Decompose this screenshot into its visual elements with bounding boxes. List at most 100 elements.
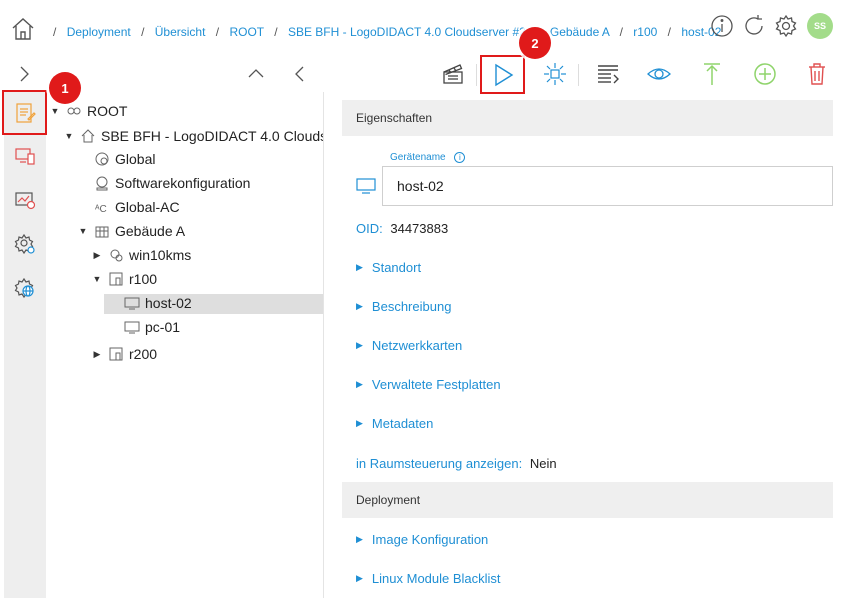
breadcrumb-root[interactable]: ROOT (229, 25, 263, 39)
tree-node-host-02[interactable]: host-02 (124, 292, 192, 314)
monitor-icon (356, 178, 376, 194)
caret-down-icon[interactable]: ▼ (92, 274, 102, 284)
tree-node-label: host-02 (145, 295, 192, 311)
sidebar-item-deployment[interactable] (2, 90, 47, 135)
oid-label: OID: (356, 221, 383, 236)
top-bar: / Deployment / Übersicht / ROOT / SBE BF… (0, 0, 841, 56)
expand-sidebar-icon[interactable] (16, 64, 32, 84)
home-icon[interactable] (10, 16, 36, 42)
caret-down-icon[interactable]: ▼ (50, 106, 60, 116)
start-button[interactable] (480, 55, 525, 94)
network-button[interactable] (540, 60, 570, 88)
toolbar-divider (476, 64, 477, 86)
tree-node-software[interactable]: Softwarekonfiguration (94, 172, 250, 194)
breadcrumb-deployment[interactable]: Deployment (67, 25, 131, 39)
home-icon (81, 129, 95, 143)
device-name-label: Gerätename i (390, 152, 466, 163)
add-button[interactable] (750, 60, 780, 88)
oid-row: OID: 34473883 (356, 221, 448, 236)
play-icon (494, 63, 513, 86)
document-edit-icon (15, 102, 36, 123)
monitor-icon (124, 297, 140, 310)
monitor-chart-icon (15, 192, 36, 210)
list-icon (598, 65, 619, 84)
device-name-field (382, 166, 833, 206)
expander-module-blacklist[interactable]: ▶ Linux Module Blacklist (356, 571, 501, 586)
gear-icon[interactable] (773, 13, 799, 39)
ac-icon: ᴬC (94, 204, 107, 215)
breadcrumb-overview[interactable]: Übersicht (155, 25, 206, 39)
tree-node-label: r100 (129, 271, 158, 287)
expander-location[interactable]: ▶ Standort (356, 260, 421, 275)
oid-value: 34473883 (390, 221, 449, 236)
delete-button[interactable] (802, 60, 832, 88)
refresh-icon[interactable] (741, 13, 767, 39)
settings-gear-icon (14, 233, 35, 255)
view-button[interactable] (644, 60, 674, 88)
tree-node-label: win10kms (129, 247, 192, 263)
arrow-up-icon (704, 63, 720, 85)
info-icon[interactable] (709, 13, 735, 39)
caret-down-icon[interactable]: ▼ (64, 131, 74, 141)
tree-node-r100[interactable]: ▼ r100 (92, 268, 158, 290)
tree-node-label: pc-01 (145, 319, 181, 335)
expander-description[interactable]: ▶ Beschreibung (356, 299, 451, 314)
details-panel: Eigenschaften Gerätename i OID: 34473883… (342, 92, 833, 598)
room-control-row: in Raumsteuerung anzeigen: Nein (356, 456, 557, 471)
devices-icon (15, 148, 35, 165)
caret-right-icon: ▶ (356, 573, 363, 583)
caret-right-icon: ▶ (356, 418, 363, 428)
annotation-badge-1: 1 (49, 72, 81, 104)
room-control-value: Nein (529, 456, 557, 471)
clapperboard-button[interactable] (438, 60, 468, 88)
clapperboard-icon (443, 64, 463, 84)
info-icon[interactable]: i (454, 152, 466, 163)
expander-metadata[interactable]: ▶ Metadaten (356, 416, 433, 431)
svg-text:ᴬC: ᴬC (94, 204, 107, 215)
tree-node-global-ac[interactable]: ᴬC Global-AC (94, 196, 180, 218)
annotation-badge-2: 2 (519, 27, 551, 59)
sidebar-item-network-settings[interactable] (4, 268, 46, 308)
caret-down-icon[interactable]: ▼ (78, 226, 88, 236)
root-icon (67, 107, 81, 115)
chevron-left-icon[interactable] (292, 64, 308, 84)
sidebar-item-monitoring[interactable] (4, 180, 46, 220)
section-header-deployment: Deployment (342, 482, 833, 518)
toolbar (0, 55, 841, 94)
breadcrumb-server[interactable]: SBE BFH - LogoDIDACT 4.0 Cloudserver #2 (288, 25, 526, 39)
gear-group-icon (110, 249, 123, 262)
room-control-label: in Raumsteuerung anzeigen: (356, 456, 523, 471)
software-icon (96, 176, 108, 191)
tree-node-global[interactable]: Global (94, 148, 155, 170)
sidebar-item-settings[interactable] (4, 224, 46, 264)
module-sidebar (2, 90, 47, 598)
caret-right-icon[interactable]: ▶ (92, 250, 102, 261)
expander-network-cards[interactable]: ▶ Netzwerkkarten (356, 338, 462, 353)
tree-node-server[interactable]: ▼ SBE BFH - LogoDIDACT 4.0 Cloudserver #… (64, 125, 323, 147)
caret-right-icon[interactable]: ▶ (92, 349, 102, 360)
eye-icon (647, 68, 671, 80)
sidebar-item-devices[interactable] (4, 136, 46, 176)
tree-node-win10kms[interactable]: ▶ win10kms (92, 244, 192, 266)
user-avatar[interactable]: SS (807, 13, 833, 39)
device-name-input[interactable] (383, 167, 832, 205)
tree-node-building[interactable]: ▼ Gebäude A (78, 220, 186, 242)
expander-managed-disks[interactable]: ▶ Verwaltete Festplatten (356, 377, 501, 392)
caret-right-icon: ▶ (356, 534, 363, 544)
expander-image-config[interactable]: ▶ Image Konfiguration (356, 532, 488, 547)
globe-settings-icon (95, 152, 109, 166)
move-up-button[interactable] (697, 60, 727, 88)
tree-node-label: Softwarekonfiguration (115, 175, 251, 191)
tree-node-r200[interactable]: ▶ r200 (92, 343, 158, 365)
tree-node-label: Global-AC (115, 199, 180, 215)
breadcrumb-building[interactable]: Gebäude A (550, 25, 609, 39)
room-icon (109, 347, 123, 361)
device-tree: ▼ ROOT ▼ SBE BFH - LogoDIDACT 4.0 Clouds… (46, 92, 324, 598)
tree-node-pc-01[interactable]: pc-01 (124, 316, 180, 338)
trash-icon (809, 63, 825, 85)
tree-node-label: SBE BFH - LogoDIDACT 4.0 Cloudserver #2 (101, 128, 323, 144)
chevron-up-icon[interactable] (246, 64, 266, 84)
caret-right-icon: ▶ (356, 262, 363, 272)
breadcrumb-room[interactable]: r100 (633, 25, 657, 39)
list-button[interactable] (593, 60, 623, 88)
